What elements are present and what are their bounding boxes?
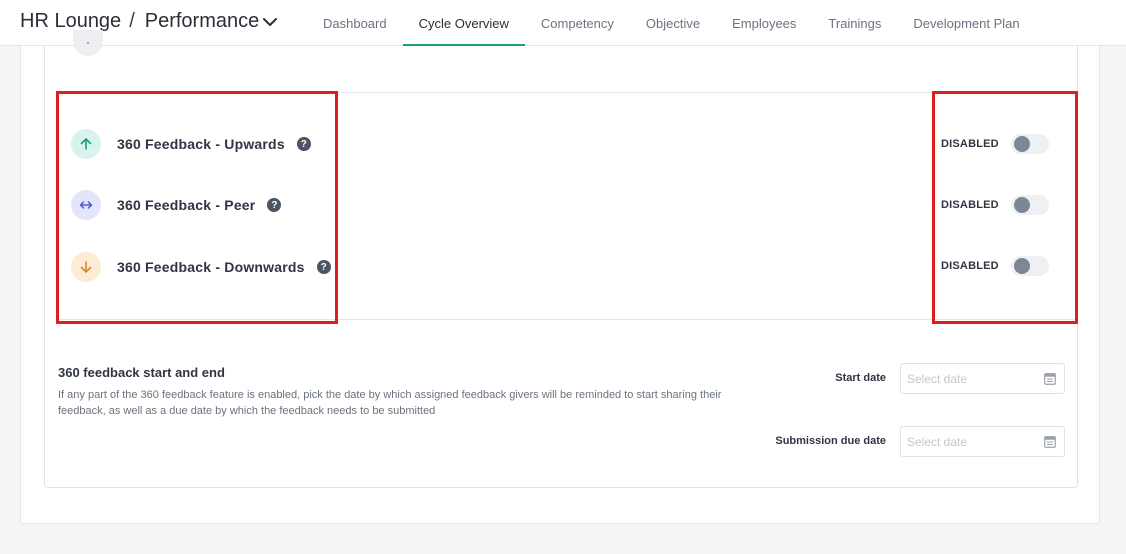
feedback-label: 360 Feedback - Downwards [117, 259, 305, 275]
arrow-down-icon [71, 252, 101, 282]
toggle-switch-peer[interactable] [1011, 195, 1049, 215]
dates-section-title: 360 feedback start and end [58, 365, 225, 380]
feedback-label: 360 Feedback - Upwards [117, 136, 285, 152]
tab-objective[interactable]: Objective [630, 0, 716, 46]
due-date-input[interactable] [900, 426, 1065, 457]
top-header: HR Lounge / Performance Dashboard Cycle Ov… [0, 0, 1126, 47]
chevron-down-icon[interactable] [262, 14, 278, 30]
feedback-label: 360 Feedback - Peer [117, 197, 256, 213]
start-date-label: Start date [835, 372, 886, 384]
module-tabs: Dashboard Cycle Overview Competency Obje… [307, 0, 1036, 47]
arrow-up-icon [71, 129, 101, 159]
breadcrumb-brand[interactable]: HR Lounge [20, 10, 121, 32]
status-label: DISABLED [941, 138, 999, 150]
feedback-row-peer: 360 Feedback - Peer ? [71, 189, 282, 221]
toggle-row-downwards: DISABLED [941, 250, 1049, 282]
calendar-icon[interactable] [1044, 435, 1056, 448]
dates-section-description: If any part of the 360 feedback feature … [58, 389, 722, 417]
breadcrumb-separator: / [129, 10, 135, 32]
tab-cycle-overview[interactable]: Cycle Overview [402, 0, 526, 47]
partial-icon [73, 30, 103, 56]
toggle-knob [1014, 258, 1030, 274]
calendar-icon[interactable] [1044, 372, 1056, 385]
arrow-left-right-icon [71, 190, 101, 220]
toggle-row-peer: DISABLED [941, 189, 1049, 221]
breadcrumb: HR Lounge / Performance [20, 10, 259, 33]
toggle-switch-upwards[interactable] [1011, 134, 1049, 154]
toggle-row-upwards: DISABLED [941, 128, 1049, 160]
module-name[interactable]: Performance [145, 10, 260, 32]
feedback-section: 360 Feedback - Upwards ? 360 Feedback - … [57, 92, 1078, 320]
settings-card: 360 Feedback - Upwards ? 360 Feedback - … [44, 30, 1078, 488]
help-icon[interactable]: ? [316, 260, 331, 274]
feedback-row-downwards: 360 Feedback - Downwards ? [71, 251, 331, 283]
tab-competency[interactable]: Competency [525, 0, 630, 46]
status-label: DISABLED [941, 260, 999, 272]
tab-development-plan[interactable]: Development Plan [897, 0, 1035, 46]
status-label: DISABLED [941, 199, 999, 211]
toggle-switch-downwards[interactable] [1011, 256, 1049, 276]
tab-dashboard[interactable]: Dashboard [307, 0, 403, 46]
tab-trainings[interactable]: Trainings [812, 0, 897, 46]
due-date-label: Submission due date [775, 435, 886, 447]
toggle-knob [1014, 197, 1030, 213]
help-icon[interactable]: ? [267, 198, 282, 212]
start-date-input[interactable] [900, 363, 1065, 394]
tab-employees[interactable]: Employees [716, 0, 812, 46]
toggle-knob [1014, 136, 1030, 152]
page-card: 360 Feedback - Upwards ? 360 Feedback - … [20, 30, 1100, 524]
help-icon[interactable]: ? [296, 137, 311, 151]
feedback-row-upwards: 360 Feedback - Upwards ? [71, 128, 311, 160]
